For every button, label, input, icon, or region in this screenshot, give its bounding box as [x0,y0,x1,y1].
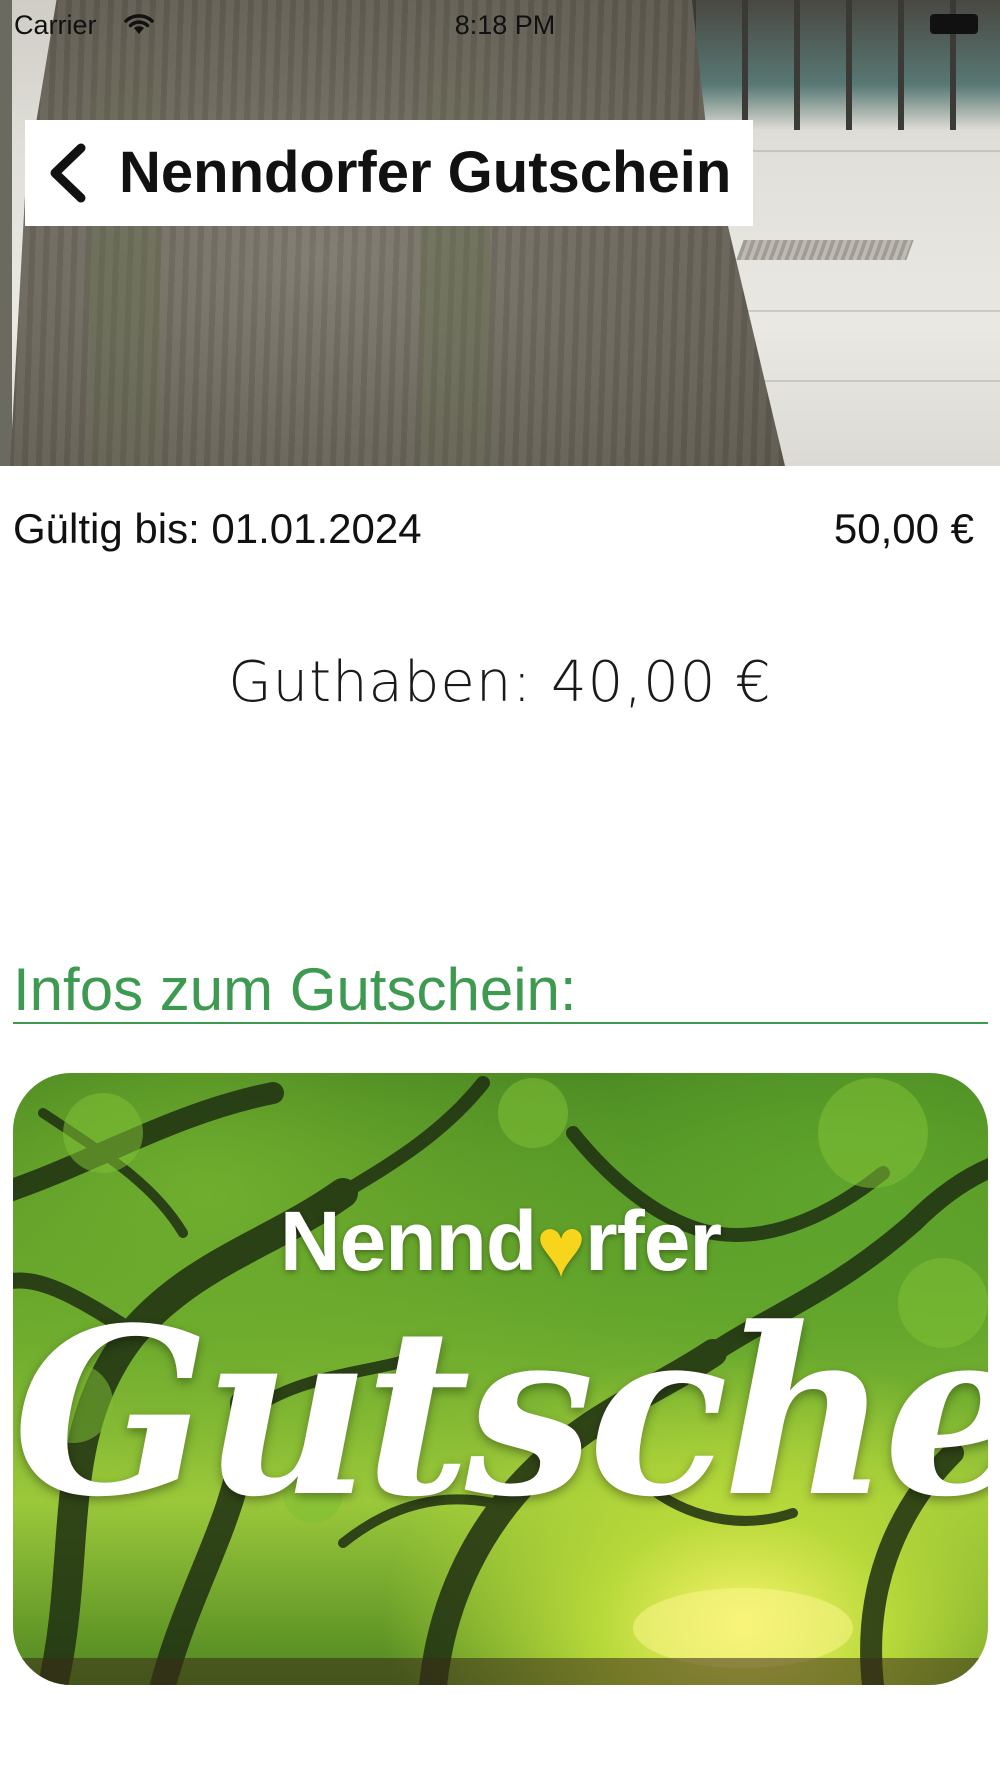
hero-edge [0,0,12,466]
voucher-script-title: Gutschein [13,1278,988,1548]
voucher-brand-logo: Nennd♥rfer [13,1193,988,1294]
voucher-value: 50,00 € [833,505,974,552]
balance-label: Guthaben: 40,00 € [228,650,772,715]
valid-until-label: Gültig bis: 01.01.2024 [13,505,422,552]
divider [13,1022,988,1024]
info-heading: Infos zum Gutschein: [13,956,577,1023]
brand-suffix: rfer [585,1194,722,1288]
page-title: Nenndorfer Gutschein [119,140,732,205]
pavement-line [760,380,1000,382]
chevron-left-icon[interactable] [45,142,89,204]
street-drain [736,240,914,260]
voucher-card-image: Nennd♥rfer Gutschein [13,1073,988,1685]
battery-icon [930,14,978,34]
hero-photo [0,0,1000,466]
moss-texture [420,0,490,466]
status-bar: Carrier 8:18 PM [0,0,1000,48]
brand-prefix: Nennd [279,1194,537,1288]
moss-texture [90,0,160,466]
clock: 8:18 PM [454,10,556,40]
page-header: Nenndorfer Gutschein [25,120,753,226]
